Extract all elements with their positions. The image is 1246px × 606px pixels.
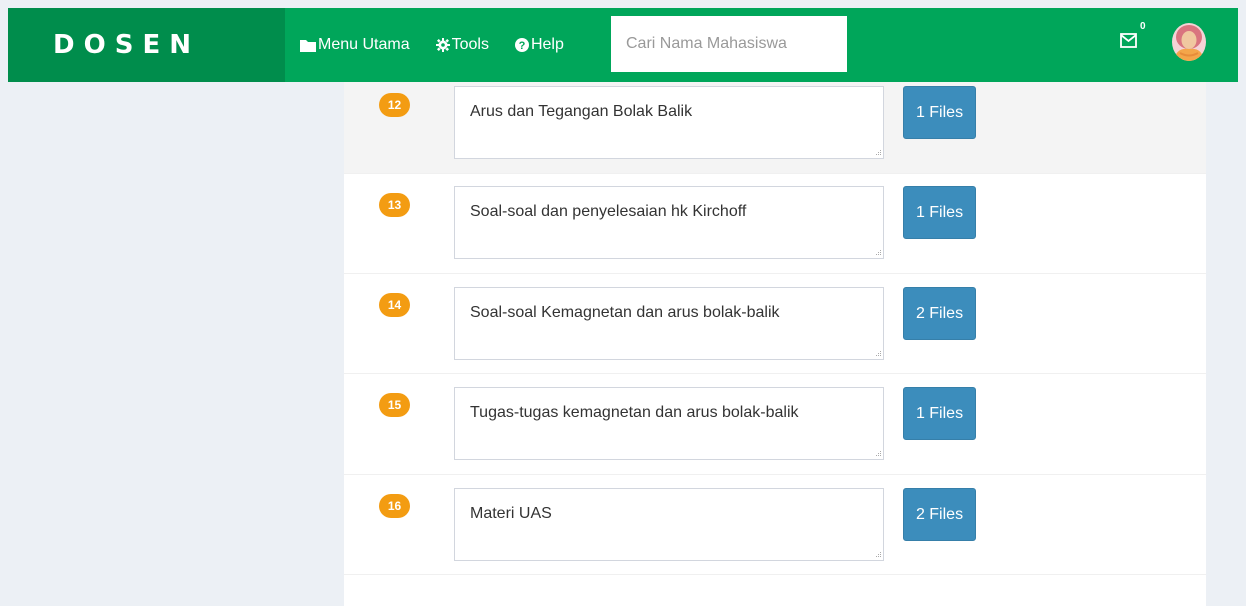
- nav-help-label: Help: [530, 36, 564, 53]
- main-nav: Menu Utama Tools ? Help: [300, 8, 590, 82]
- files-button[interactable]: 2 Files: [903, 287, 976, 340]
- resize-grip-icon[interactable]: [874, 148, 882, 156]
- list-item: 16 Materi UAS 2 Files: [344, 475, 1206, 575]
- files-button[interactable]: 2 Files: [903, 488, 976, 541]
- list-item: 15 Tugas-tugas kemagnetan dan arus bolak…: [344, 374, 1206, 475]
- meeting-number-badge: 16: [379, 494, 410, 518]
- resize-grip-icon[interactable]: [874, 449, 882, 457]
- resize-grip-icon[interactable]: [874, 349, 882, 357]
- nav-help[interactable]: ? Help: [514, 36, 564, 54]
- topic-textarea[interactable]: Soal-soal Kemagnetan dan arus bolak-bali…: [454, 287, 884, 360]
- meeting-number-badge: 14: [379, 293, 410, 317]
- files-button[interactable]: 1 Files: [903, 86, 976, 139]
- files-button[interactable]: 1 Files: [903, 387, 976, 440]
- gear-icon: [435, 38, 450, 52]
- search-input[interactable]: [611, 16, 847, 72]
- avatar-image: [1172, 23, 1206, 61]
- nav-tools[interactable]: Tools: [435, 36, 489, 54]
- topic-textarea[interactable]: Arus dan Tegangan Bolak Balik: [454, 86, 884, 159]
- question-circle-icon: ?: [514, 38, 529, 52]
- nav-menu-utama-label: Menu Utama: [318, 36, 410, 53]
- topic-textarea[interactable]: Soal-soal dan penyelesaian hk Kirchoff: [454, 186, 884, 259]
- folder-icon: [300, 40, 316, 52]
- resize-grip-icon[interactable]: [874, 248, 882, 256]
- files-button[interactable]: 1 Files: [903, 186, 976, 239]
- svg-text:?: ?: [519, 40, 526, 52]
- list-item: 13 Soal-soal dan penyelesaian hk Kirchof…: [344, 174, 1206, 274]
- list-item: 14 Soal-soal Kemagnetan dan arus bolak-b…: [344, 274, 1206, 374]
- user-avatar[interactable]: [1172, 23, 1206, 61]
- meeting-number-badge: 15: [379, 393, 410, 417]
- nav-menu-utama[interactable]: Menu Utama: [300, 36, 410, 54]
- topic-list-panel: 12 Arus dan Tegangan Bolak Balik 1 Files…: [344, 82, 1206, 606]
- resize-grip-icon[interactable]: [874, 550, 882, 558]
- topic-textarea[interactable]: Tugas-tugas kemagnetan dan arus bolak-ba…: [454, 387, 884, 460]
- meeting-number-badge: 13: [379, 193, 410, 217]
- brand-logo[interactable]: DOSEN: [8, 8, 285, 82]
- envelope-icon: [1120, 33, 1137, 48]
- mail-count-badge: 0: [1140, 21, 1146, 32]
- topic-textarea[interactable]: Materi UAS: [454, 488, 884, 561]
- mail-button[interactable]: 0: [1120, 21, 1148, 55]
- top-navbar: DOSEN Menu Utama Tools ? Help Cari Nama …: [8, 8, 1238, 82]
- nav-tools-label: Tools: [451, 36, 489, 53]
- list-item: 12 Arus dan Tegangan Bolak Balik 1 Files: [344, 82, 1206, 174]
- meeting-number-badge: 12: [379, 93, 410, 117]
